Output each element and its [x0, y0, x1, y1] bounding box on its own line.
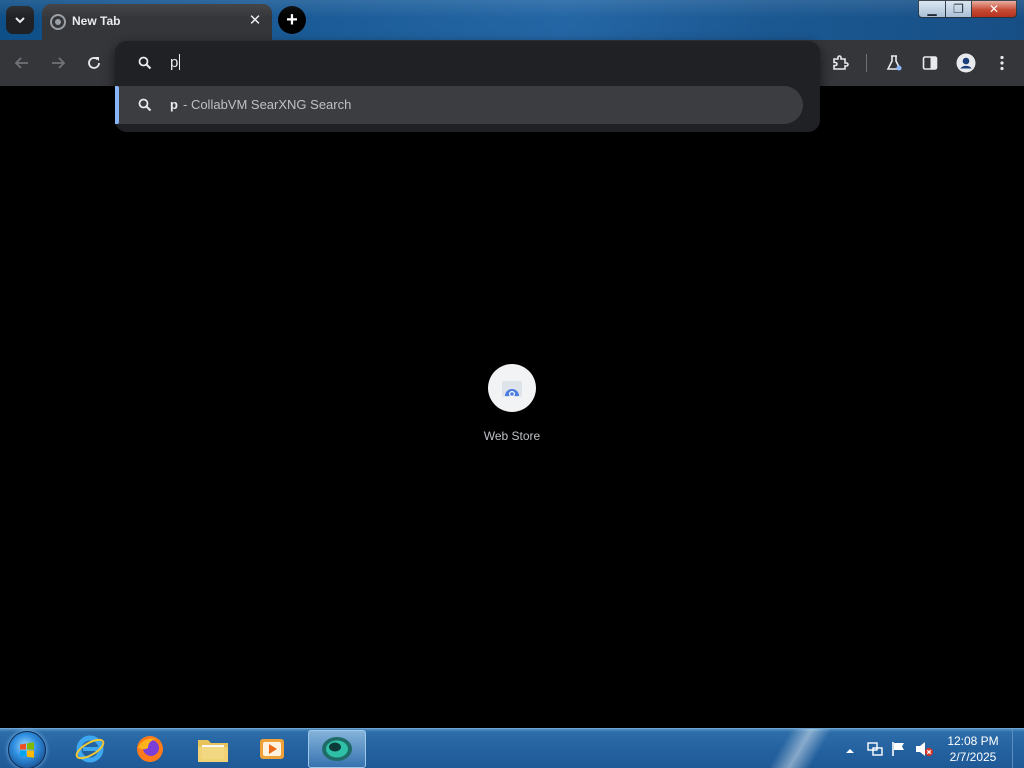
close-tab-icon[interactable]: ✕	[246, 12, 264, 30]
tab-new-tab[interactable]: New Tab ✕	[42, 4, 272, 40]
close-icon: ✕	[988, 2, 1000, 16]
suggestion-description: - CollabVM SearXNG Search	[183, 97, 352, 112]
plus-icon: +	[286, 9, 298, 31]
chrome-app-icon[interactable]	[308, 730, 366, 768]
more-vertical-icon	[1000, 55, 1004, 71]
back-button[interactable]	[11, 52, 33, 74]
flask-icon	[886, 55, 902, 71]
reload-button[interactable]	[83, 52, 105, 74]
new-tab-button[interactable]: +	[278, 6, 306, 34]
volume-muted-icon[interactable]	[914, 740, 934, 763]
desktop-screen: New Tab ✕ + ▁ ❐ ✕ p p - CollabVM SearXNG…	[0, 0, 1024, 768]
close-window-button[interactable]: ✕	[971, 0, 1017, 18]
tab-title: New Tab	[72, 14, 121, 28]
globe-icon	[50, 14, 66, 30]
omnibox-input[interactable]: p	[115, 41, 820, 85]
arrow-left-icon	[14, 57, 28, 69]
taskbar: 12:08 PM 2/7/2025	[0, 728, 1024, 768]
show-desktop-button[interactable]	[1012, 729, 1024, 768]
extensions-button[interactable]	[829, 52, 851, 74]
reload-icon	[88, 57, 100, 69]
action-center-flag-icon[interactable]	[890, 740, 908, 763]
restore-button[interactable]: ❐	[945, 0, 972, 18]
chevron-down-icon	[15, 17, 25, 24]
search-icon	[138, 98, 152, 112]
account-icon	[956, 53, 976, 73]
minimize-button[interactable]: ▁	[918, 0, 946, 18]
media-player-icon[interactable]	[247, 731, 297, 767]
omnibox-suggestion[interactable]: p - CollabVM SearXNG Search	[115, 86, 803, 124]
firefox-icon[interactable]	[125, 731, 175, 767]
shortcut-label: Web Store	[483, 429, 541, 443]
windows-logo-icon	[20, 742, 34, 758]
arrow-right-icon	[52, 57, 66, 69]
side-panel-icon	[922, 56, 938, 70]
minimize-icon: ▁	[927, 2, 937, 16]
clock-time: 12:08 PM	[947, 734, 999, 748]
web-store-icon	[488, 364, 536, 412]
omnibox-popup: p p - CollabVM SearXNG Search	[115, 41, 820, 132]
search-icon	[138, 56, 152, 70]
selection-indicator	[115, 86, 119, 124]
network-icon[interactable]	[866, 741, 884, 762]
start-button[interactable]	[8, 731, 46, 768]
clock-date: 2/7/2025	[949, 750, 997, 764]
browser-titlebar: New Tab ✕ + ▁ ❐ ✕	[0, 0, 1024, 40]
tab-search-button[interactable]	[6, 6, 34, 34]
menu-button[interactable]	[991, 52, 1013, 74]
suggestion-query: p	[170, 97, 178, 112]
internet-explorer-icon[interactable]	[65, 731, 115, 767]
labs-button[interactable]	[883, 52, 905, 74]
profile-button[interactable]	[955, 52, 977, 74]
restore-icon: ❐	[953, 2, 964, 16]
system-clock[interactable]: 12:08 PM 2/7/2025	[938, 733, 1008, 765]
forward-button[interactable]	[47, 52, 69, 74]
puzzle-icon	[833, 55, 849, 70]
shortcut-web-store[interactable]: Web Store	[472, 364, 552, 454]
toolbar-divider	[866, 54, 867, 72]
omnibox-text: p	[170, 54, 181, 71]
file-explorer-icon[interactable]	[188, 731, 238, 767]
side-panel-button[interactable]	[919, 52, 941, 74]
tray-expand-icon[interactable]	[845, 743, 855, 761]
